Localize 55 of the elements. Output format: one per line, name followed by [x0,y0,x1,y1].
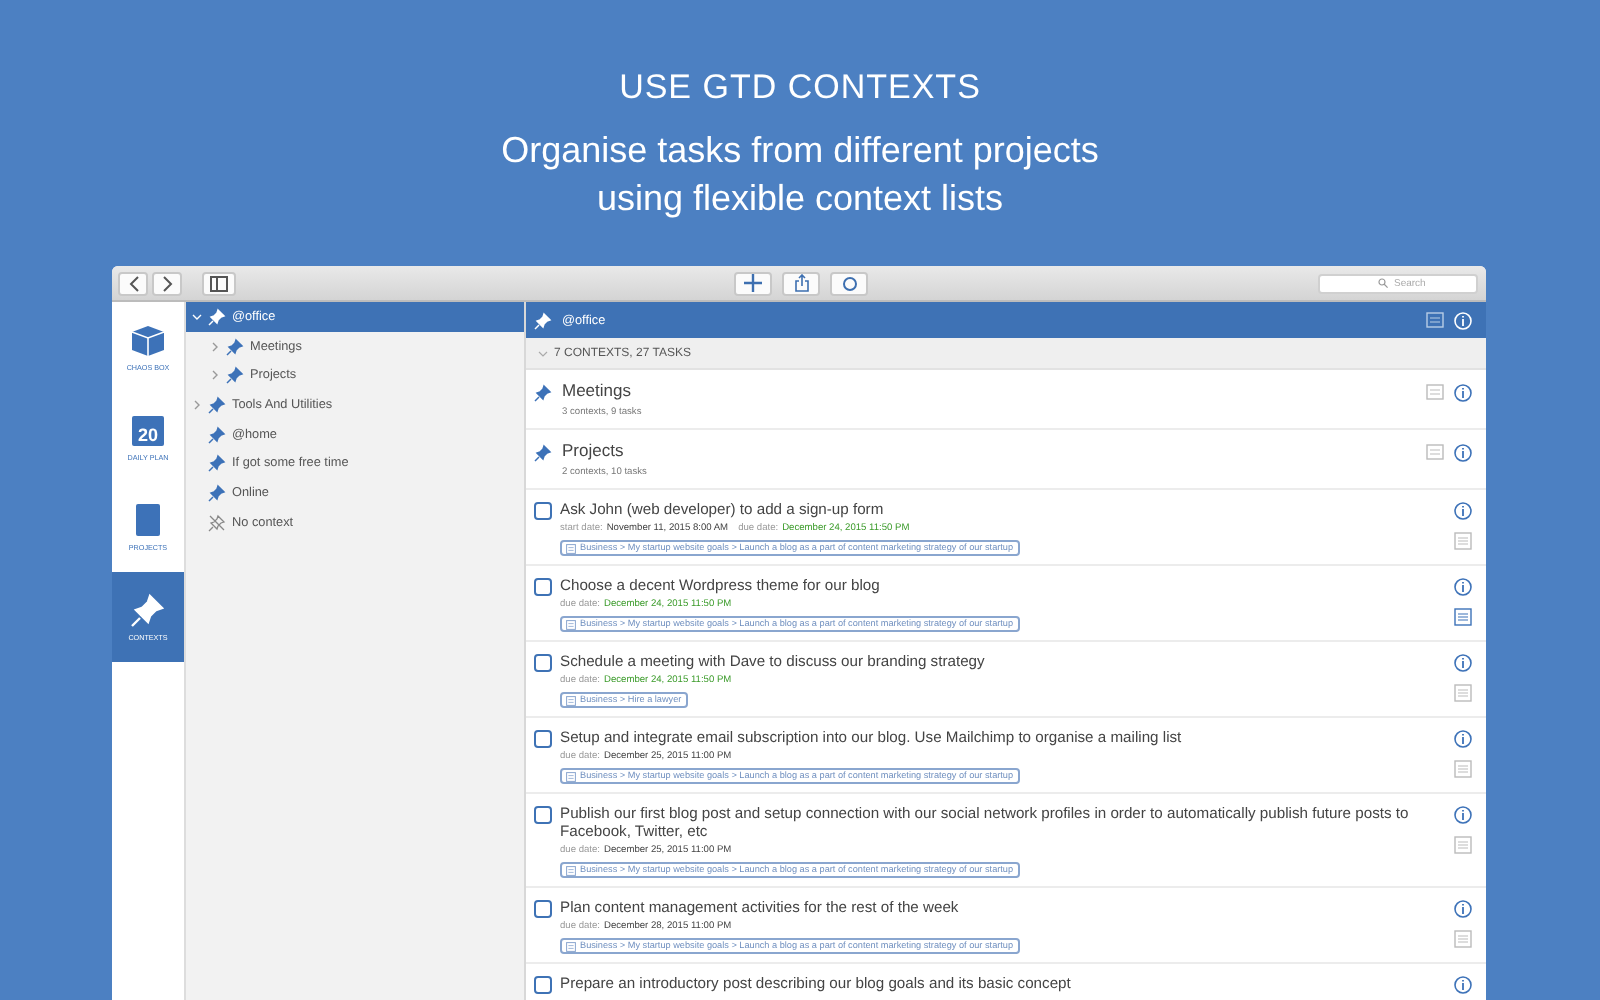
context-name[interactable]: Projects [562,440,1416,460]
chevron-left-icon [127,275,139,291]
info-icon[interactable] [1454,806,1472,824]
notebook-icon [134,502,162,538]
calendar-icon: 20 [130,412,166,448]
list-icon [566,865,576,875]
chevron-right-icon [161,275,173,291]
pushpin-icon [534,311,552,329]
sidebar-icon [210,275,228,291]
list-icon [566,695,576,705]
task-checkbox[interactable] [534,654,552,672]
task-checkbox[interactable] [534,502,552,520]
list-icon [566,619,576,629]
add-button[interactable] [734,271,772,295]
back-button[interactable] [118,271,148,295]
list-icon [566,941,576,951]
crossed-pushpin-icon [208,513,226,532]
task-checkbox[interactable] [534,976,552,994]
pushpin-icon [534,384,552,402]
pushpin-icon [226,366,244,385]
sync-button[interactable] [830,271,868,295]
pushpin-icon [208,483,226,502]
list-icon [566,771,576,781]
forward-button[interactable] [152,271,182,295]
task-checkbox[interactable] [534,806,552,824]
info-icon[interactable] [1454,384,1472,402]
share-button[interactable] [782,271,820,295]
sync-icon [841,275,857,291]
info-icon[interactable] [1454,730,1472,748]
box-icon [128,322,168,358]
info-icon[interactable] [1454,444,1472,462]
share-icon [793,274,809,292]
info-icon[interactable] [1454,578,1472,596]
pushpin-icon [208,395,226,414]
pushpin-icon [208,454,226,473]
context-name[interactable]: Meetings [562,380,1416,400]
pushpin-icon [208,425,226,444]
task-checkbox[interactable] [534,578,552,596]
list-icon [566,543,576,553]
note-icon[interactable] [1454,608,1472,626]
info-icon[interactable] [1454,654,1472,672]
info-icon[interactable] [1454,976,1472,994]
sidebar-toggle-button[interactable] [202,271,236,295]
task-checkbox[interactable] [534,900,552,918]
plus-icon [744,274,762,292]
subheadline: Organise tasks from different projects using flexible context lists [501,128,1099,222]
headline: USE GTD CONTEXTS [617,68,983,108]
pushpin-icon [208,307,226,326]
info-icon[interactable] [1454,502,1472,520]
pushpin-icon [130,592,166,628]
pushpin-icon [534,444,552,462]
task-checkbox[interactable] [534,730,552,748]
info-icon[interactable] [1454,900,1472,918]
pushpin-icon [226,337,244,356]
search-icon [1378,278,1388,288]
